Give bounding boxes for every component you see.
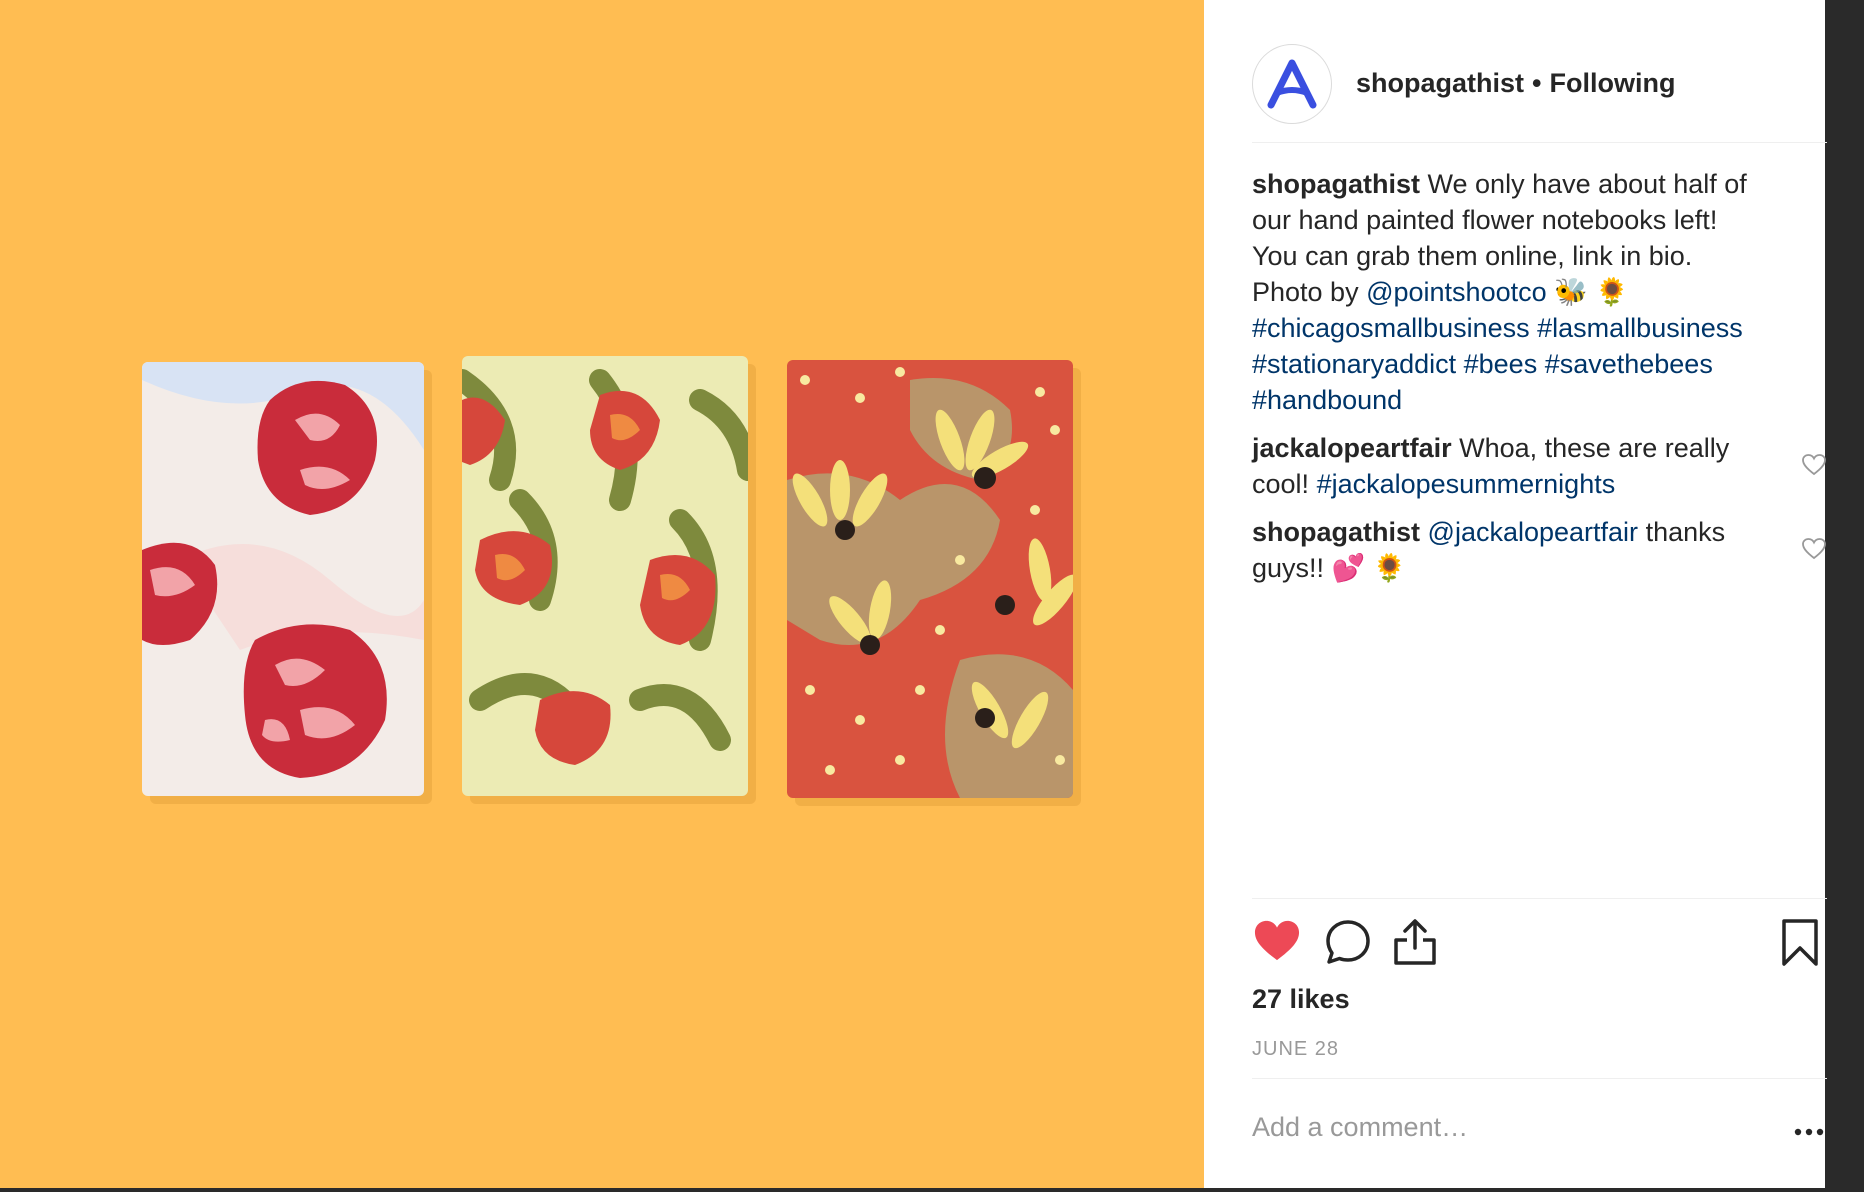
comment-mention[interactable]: @jackalopeartfair (1428, 517, 1639, 547)
instagram-post: shopagathist • Following shopagathist We o… (0, 0, 1827, 1188)
notebooks-illustration (142, 356, 1081, 806)
action-bar (1252, 918, 1827, 974)
post-header: shopagathist • Following (1252, 25, 1825, 142)
header-username[interactable]: shopagathist (1356, 68, 1524, 98)
comment-emoji: 💕 🌻 (1331, 553, 1407, 583)
caption-mention[interactable]: @pointshootco (1366, 277, 1547, 307)
likes-count[interactable]: 27 likes (1252, 984, 1350, 1015)
more-options-icon[interactable] (1794, 1123, 1824, 1141)
caption-username[interactable]: shopagathist (1252, 169, 1420, 199)
comment-divider (1252, 1078, 1827, 1079)
post-sidebar: shopagathist • Following shopagathist We o… (1204, 0, 1827, 1188)
header-divider (1252, 142, 1827, 143)
heart-filled-icon[interactable] (1252, 918, 1302, 969)
header-separator: • (1532, 68, 1542, 98)
notebook-white-roses (142, 362, 424, 796)
following-button[interactable]: Following (1549, 68, 1675, 98)
comment-like-heart-icon[interactable] (1801, 450, 1827, 486)
caption-emoji: 🐝 🌻 (1554, 277, 1629, 307)
comment-item: shopagathist @jackalopeartfair thanks gu… (1252, 514, 1827, 586)
comment-hashtag[interactable]: #jackalopesummernights (1317, 469, 1616, 499)
post-photo[interactable] (0, 0, 1204, 1188)
comment-bubble-icon[interactable] (1324, 918, 1372, 971)
caption: shopagathist We only have about half of … (1252, 166, 1827, 418)
notebook-red-daisies (787, 360, 1073, 798)
comment-like-heart-icon[interactable] (1801, 534, 1827, 570)
post-date[interactable]: JUNE 28 (1252, 1038, 1339, 1061)
notebook-cream-tulips (462, 356, 748, 796)
actions-divider (1252, 898, 1827, 899)
comments-list: shopagathist We only have about half of … (1252, 166, 1827, 598)
caption-hashtags[interactable]: #chicagosmallbusiness #lasmallbusiness #… (1252, 313, 1743, 415)
share-icon[interactable] (1392, 918, 1438, 971)
bookmark-icon[interactable] (1780, 918, 1820, 973)
add-comment-input[interactable]: Add a comment… (1252, 1112, 1468, 1143)
agathist-logo-icon (1267, 59, 1317, 108)
comment-username[interactable]: shopagathist (1252, 517, 1420, 547)
comment-username[interactable]: jackalopeartfair (1252, 433, 1452, 463)
avatar[interactable] (1252, 43, 1332, 124)
comment-item: jackalopeartfair Whoa, these are really … (1252, 430, 1827, 502)
